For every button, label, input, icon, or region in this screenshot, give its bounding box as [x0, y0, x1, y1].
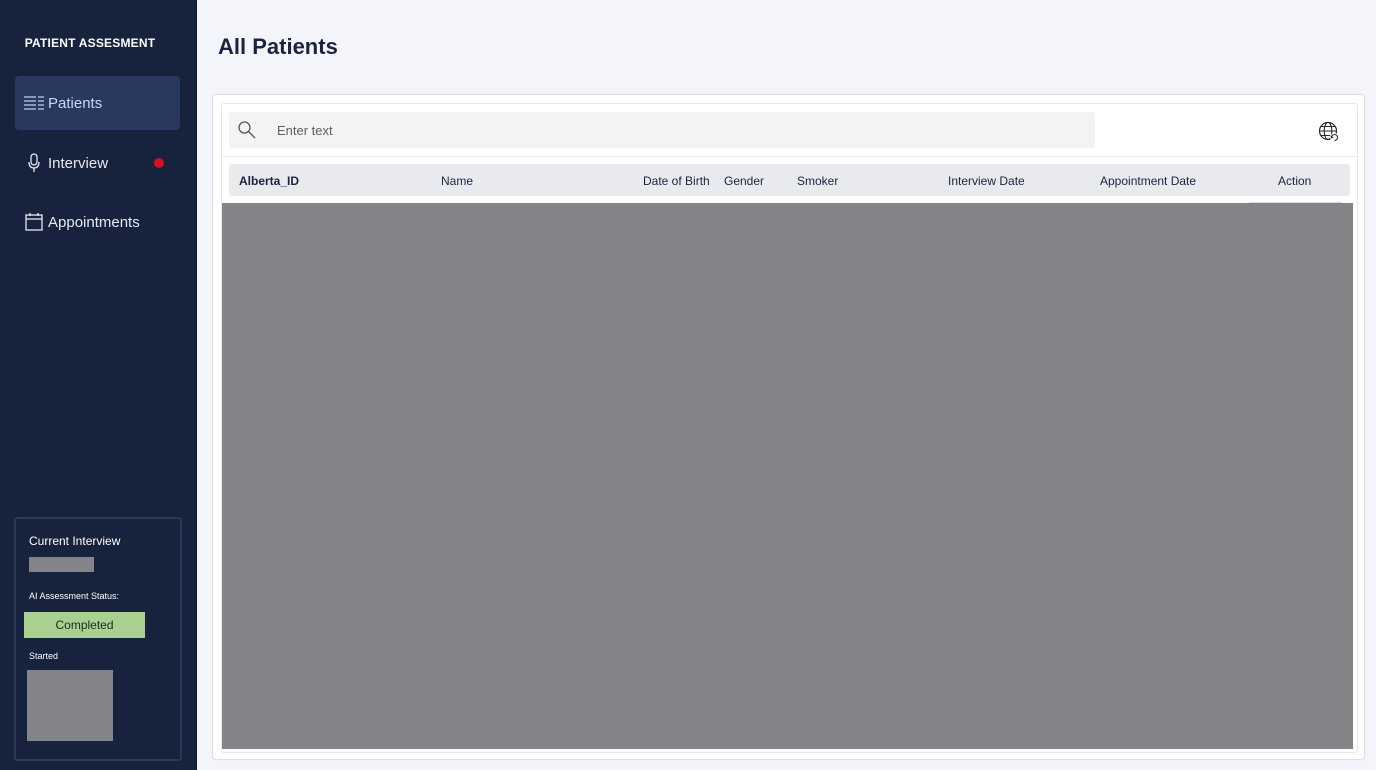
- action-column-edge: [1249, 202, 1342, 203]
- column-header-gender[interactable]: Gender: [724, 174, 764, 188]
- list-icon: [23, 93, 45, 113]
- page-title: All Patients: [218, 34, 338, 59]
- calendar-icon: [23, 212, 45, 232]
- search-bar[interactable]: [229, 112, 1095, 148]
- ai-status-badge: Completed: [24, 612, 145, 638]
- column-header-appointment-date[interactable]: Appointment Date: [1100, 174, 1196, 188]
- microphone-icon: [23, 153, 45, 173]
- column-header-alberta-id[interactable]: Alberta_ID: [239, 174, 299, 188]
- sidebar-item-label: Appointments: [48, 213, 140, 231]
- notification-dot: [154, 158, 164, 168]
- globe-refresh-icon[interactable]: [1318, 121, 1340, 143]
- column-header-interview-date[interactable]: Interview Date: [948, 174, 1025, 188]
- redacted-interview-name: [29, 557, 94, 572]
- sidebar-item-interview[interactable]: Interview: [15, 136, 180, 190]
- table-header: Alberta_ID Name Date of Birth Gender Smo…: [229, 164, 1350, 196]
- current-interview-panel: Current Interview AI Assessment Status: …: [14, 517, 182, 761]
- sidebar-item-label: Patients: [48, 94, 103, 112]
- patients-card: Alberta_ID Name Date of Birth Gender Smo…: [212, 94, 1365, 760]
- table-body-redacted: [222, 202, 1353, 749]
- sidebar-item-appointments[interactable]: Appointments: [15, 195, 180, 249]
- ai-status-label: AI Assessment Status:: [29, 591, 120, 601]
- toolbar-divider: [222, 156, 1357, 157]
- started-label: Started: [29, 651, 59, 661]
- column-header-name[interactable]: Name: [441, 174, 473, 188]
- sidebar: PATIENT ASSESMENT Patients Interview App…: [0, 0, 197, 770]
- column-header-smoker[interactable]: Smoker: [797, 174, 838, 188]
- current-interview-title: Current Interview: [29, 534, 121, 548]
- column-header-action: Action: [1278, 174, 1312, 188]
- search-input[interactable]: [277, 118, 1077, 142]
- patients-table-container: Alberta_ID Name Date of Birth Gender Smo…: [221, 103, 1358, 753]
- sidebar-item-patients[interactable]: Patients: [15, 76, 180, 130]
- column-header-date-of-birth[interactable]: Date of Birth: [643, 174, 710, 188]
- redacted-started-info: [27, 670, 113, 741]
- search-icon: [237, 120, 257, 140]
- sidebar-item-label: Interview: [48, 154, 109, 172]
- app-brand: PATIENT ASSESMENT: [24, 36, 156, 50]
